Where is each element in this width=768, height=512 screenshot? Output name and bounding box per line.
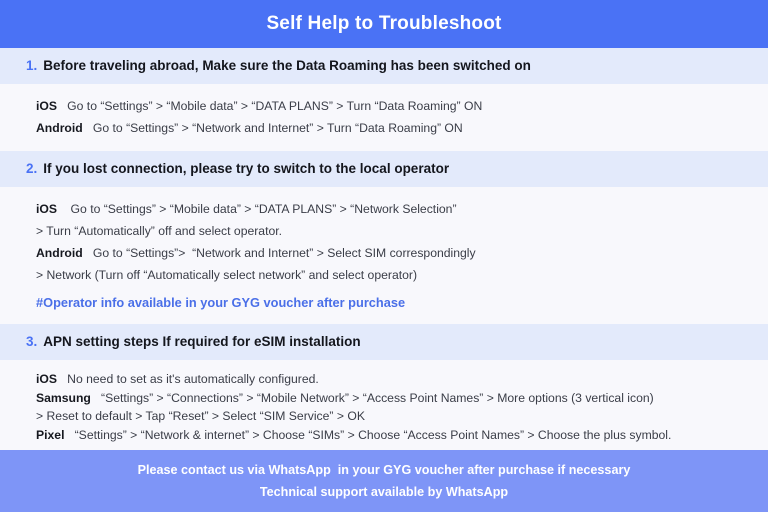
- section-2-title: If you lost connection, please try to sw…: [43, 161, 449, 176]
- instruction-line: Android Go to “Settings” > “Network and …: [36, 117, 742, 139]
- platform-label: iOS: [36, 202, 57, 216]
- instruction-line: Samsung “Settings” > “Connections” > “Mo…: [36, 389, 742, 408]
- instruction-text: > Reset to default > Tap “Reset” > Selec…: [36, 409, 365, 423]
- platform-label: Android: [36, 246, 83, 260]
- section-1-header: 1. Before traveling abroad, Make sure th…: [0, 48, 768, 84]
- instruction-text: Go to “Settings” > “Mobile data” > “DATA…: [57, 202, 457, 216]
- section-3: 3. APN setting steps If required for eSI…: [0, 324, 768, 450]
- section-2-title-lead: If you lost connection, please try to sw…: [43, 161, 450, 176]
- section-2-body: iOS Go to “Settings” > “Mobile data” > “…: [0, 187, 768, 324]
- platform-label: iOS: [36, 99, 57, 113]
- operator-info-note: #Operator info available in your GYG vou…: [36, 295, 406, 310]
- section-1-number: 1.: [26, 58, 38, 73]
- footer-support-line: Technical support available by WhatsApp: [259, 485, 509, 499]
- platform-label: Samsung: [36, 390, 91, 405]
- instruction-text: Go to “Settings”> “Network and Internet”…: [82, 246, 476, 260]
- section-3-title: APN setting steps If required for eSIM i…: [43, 334, 360, 349]
- instruction-line: iOS Go to “Settings” > “Mobile data” > “…: [36, 198, 742, 220]
- instruction-text: > Network (Turn off “Automatically selec…: [36, 268, 418, 282]
- instruction-line: > Reset to default > Tap “Reset” > Selec…: [36, 407, 742, 426]
- troubleshoot-infographic: Self Help to Troubleshoot 1. Before trav…: [0, 0, 768, 512]
- platform-label: Pixel: [36, 427, 65, 442]
- section-3-number: 3.: [26, 334, 38, 349]
- platform-label: iOS: [36, 372, 57, 386]
- section-1-title-rest: Make sure the Data Roaming has been swit…: [198, 58, 531, 73]
- section-2: 2. If you lost connection, please try to…: [0, 151, 768, 324]
- instruction-text: “Settings” > “Network & internet” > Choo…: [64, 427, 672, 442]
- instruction-line: iOS No need to set as it's automatically…: [36, 370, 742, 389]
- section-3-header: 3. APN setting steps If required for eSI…: [0, 324, 768, 360]
- instruction-text: > Turn “Automatically” off and select op…: [36, 224, 283, 238]
- section-3-title-lead: APN setting steps If required for eSIM i…: [43, 334, 361, 349]
- section-1-title: Before traveling abroad, Make sure the D…: [43, 58, 531, 73]
- footer-contact-line: Please contact us via WhatsApp in your G…: [137, 463, 631, 477]
- instruction-line: iOS Go to “Settings” > “Mobile data” > “…: [36, 95, 742, 117]
- section-2-number: 2.: [26, 161, 38, 176]
- sections-container: 1. Before traveling abroad, Make sure th…: [0, 48, 768, 450]
- page-title: Self Help to Troubleshoot: [266, 13, 502, 34]
- instruction-line: > Network (Turn off “Automatically selec…: [36, 264, 742, 286]
- instruction-text: “Settings” > “Connections” > “Mobile Net…: [90, 390, 654, 405]
- section-1-title-lead: Before traveling abroad,: [43, 58, 199, 73]
- instruction-line: Pixel “Settings” > “Network & internet” …: [36, 426, 742, 445]
- instruction-text: Go to “Settings” > “Mobile data” > “DATA…: [57, 99, 483, 113]
- section-1: 1. Before traveling abroad, Make sure th…: [0, 48, 768, 151]
- platform-label: Android: [36, 121, 83, 135]
- instruction-text: Go to “Settings” > “Network and Internet…: [82, 121, 463, 135]
- section-1-body: iOS Go to “Settings” > “Mobile data” > “…: [0, 84, 768, 151]
- instruction-line: > Turn “Automatically” off and select op…: [36, 220, 742, 242]
- instruction-line: Android Go to “Settings”> “Network and I…: [36, 242, 742, 264]
- page-footer: Please contact us via WhatsApp in your G…: [0, 450, 768, 512]
- page-header: Self Help to Troubleshoot: [0, 0, 768, 48]
- section-3-body: iOS No need to set as it's automatically…: [0, 360, 768, 450]
- section-2-header: 2. If you lost connection, please try to…: [0, 151, 768, 187]
- instruction-text: No need to set as it's automatically con…: [57, 372, 319, 386]
